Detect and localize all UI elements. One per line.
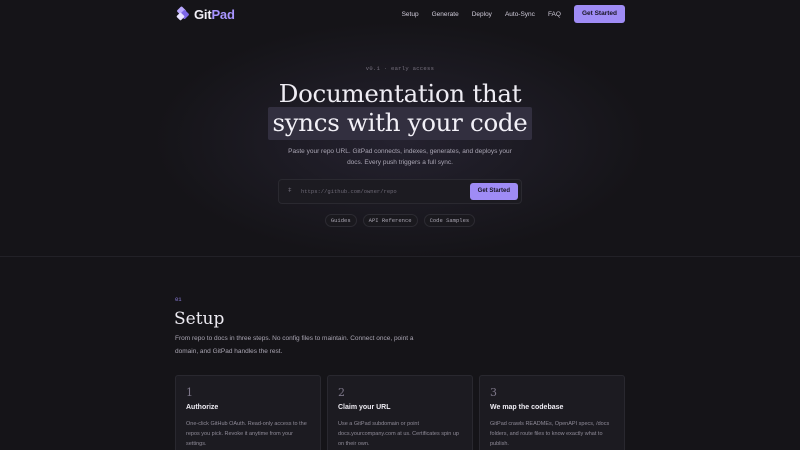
chip-code-samples[interactable]: Code Samples xyxy=(423,214,476,227)
hero-title-line2-highlight: syncs with your code xyxy=(268,107,532,140)
gitpad-logo-icon xyxy=(176,6,189,21)
step-description: Use a GitPad subdomain or point docs.you… xyxy=(338,421,459,447)
hero-kicker: v0.1 · early access xyxy=(365,65,435,72)
nav-get-started-button[interactable]: Get Started xyxy=(573,5,625,23)
section-number: 01 xyxy=(175,296,182,303)
step-description: One-click GitHub OAuth. Read-only access… xyxy=(186,421,307,447)
section-title: Setup xyxy=(174,309,225,329)
hero-get-started-button[interactable]: Get Started xyxy=(469,183,518,200)
repo-url-input[interactable] xyxy=(301,183,466,200)
step-number: 2 xyxy=(338,386,345,399)
logo[interactable]: GitPad xyxy=(175,6,235,22)
logo-text: GitPad xyxy=(194,6,235,22)
step-card-map-codebase: 3 We map the codebase GitPad crawls READ… xyxy=(479,375,625,450)
step-description: GitPad crawls READMEs, OpenAPI specs, /d… xyxy=(490,421,610,447)
nav-link-deploy[interactable]: Deploy xyxy=(472,11,492,18)
section-description: From repo to docs in three steps. No con… xyxy=(175,335,414,355)
nav-link-generate[interactable]: Generate xyxy=(432,11,459,18)
branch-icon: ǂ xyxy=(288,188,292,194)
nav-link-setup[interactable]: Setup xyxy=(402,11,419,18)
step-title: Claim your URL xyxy=(338,404,391,411)
hero-title-line1: Documentation that xyxy=(278,79,522,108)
section-divider xyxy=(0,256,800,257)
step-number: 1 xyxy=(186,386,193,399)
step-card-claim-url: 2 Claim your URL Use a GitPad subdomain … xyxy=(327,375,473,450)
chip-api-reference[interactable]: API Reference xyxy=(362,214,418,227)
nav-link-faq[interactable]: FAQ xyxy=(548,11,561,18)
step-number: 3 xyxy=(490,386,497,399)
step-title: Authorize xyxy=(186,404,219,411)
nav-link-auto-sync[interactable]: Auto-Sync xyxy=(505,11,535,18)
top-nav: GitPad Setup Generate Deploy Auto-Sync F… xyxy=(0,0,800,28)
hero-subtitle: Paste your repo URL. GitPad connects, in… xyxy=(288,148,512,166)
step-card-authorize: 1 Authorize One-click GitHub OAuth. Read… xyxy=(175,375,321,450)
repo-url-form: ǂ Get Started xyxy=(278,179,522,204)
chip-guides[interactable]: Guides xyxy=(324,214,357,227)
step-title: We map the codebase xyxy=(490,404,564,411)
